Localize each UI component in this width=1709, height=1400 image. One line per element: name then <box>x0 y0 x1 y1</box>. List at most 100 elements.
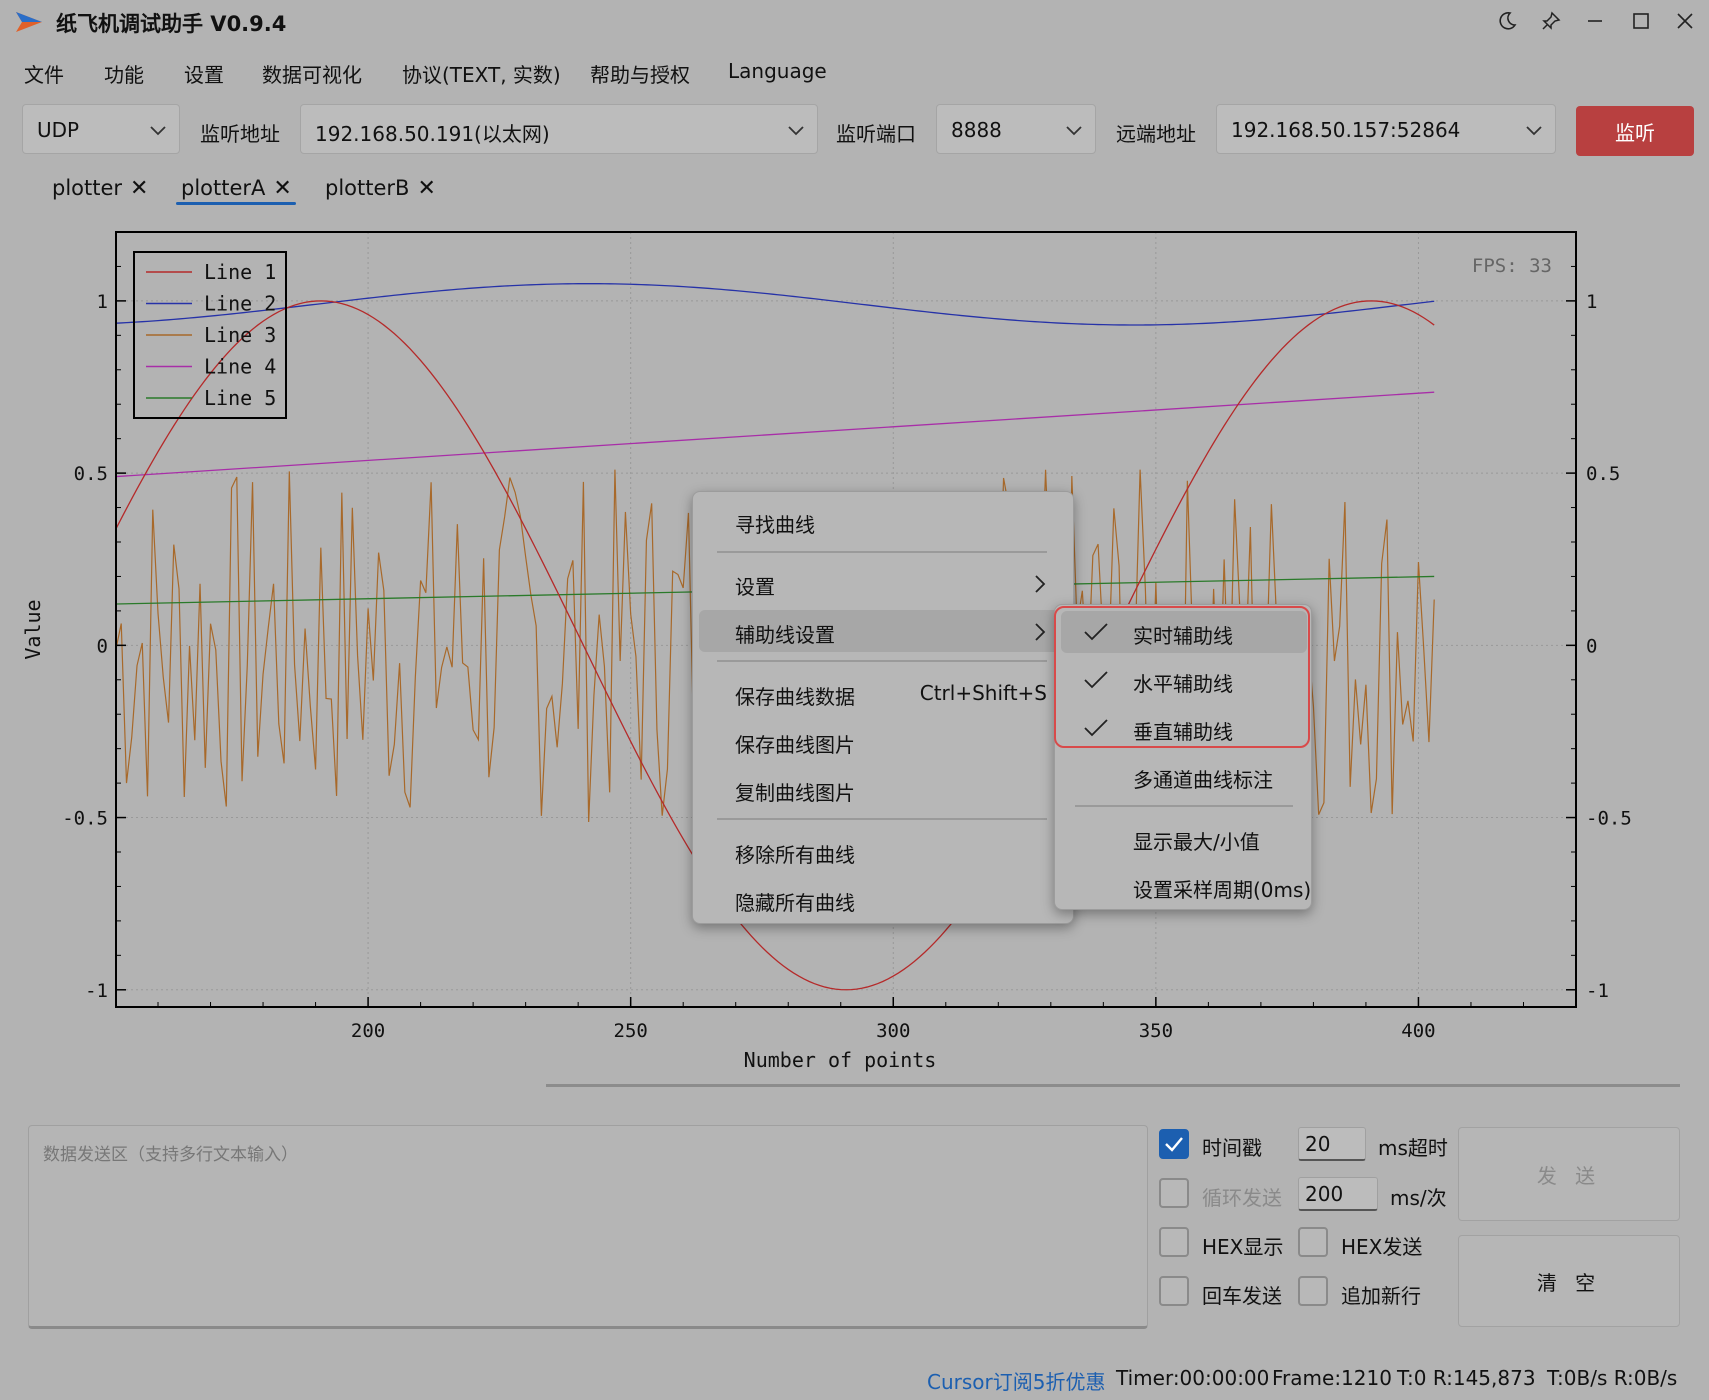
y-tick-label-right: -0.5 <box>1586 808 1632 830</box>
listen-address-label: 监听地址 <box>200 122 280 146</box>
enter-send-checkbox[interactable] <box>1159 1276 1189 1306</box>
menu-item-label: 辅助线设置 <box>735 623 835 647</box>
loop-send-label: 循环发送 <box>1202 1186 1282 1210</box>
tab-plotter[interactable]: plotter ✕ <box>52 176 148 210</box>
close-icon[interactable]: ✕ <box>273 176 291 201</box>
y-tick-label: 0.5 <box>74 463 108 485</box>
menu-item-hide-all[interactable]: 隐藏所有曲线 <box>699 878 1067 920</box>
y-tick-label-right: 0 <box>1586 635 1597 657</box>
x-tick-label: 300 <box>876 1020 910 1042</box>
menu-item-copy-image[interactable]: 复制曲线图片 <box>699 768 1067 810</box>
submenu-item-show-minmax[interactable]: 显示最大/小值 <box>1061 817 1307 859</box>
submenu-item-sample-period[interactable]: 设置采样周期(0ms) <box>1061 865 1311 907</box>
tab-label: plotterB <box>325 176 410 200</box>
tab-label: plotter <box>52 176 123 200</box>
x-tick-label: 200 <box>351 1020 385 1042</box>
legend-label: Line 1 <box>204 260 276 284</box>
menu-item-shortcut: Ctrl+Shift+S <box>919 681 1047 705</box>
close-icon[interactable] <box>1668 6 1702 36</box>
menu-settings[interactable]: 设置 <box>184 59 224 88</box>
chart-legend: Line 1 Line 2 Line 3 Line 4 Line 5 <box>133 251 287 419</box>
menu-function[interactable]: 功能 <box>104 59 144 88</box>
menu-separator <box>717 551 1047 553</box>
listen-port-label: 监听端口 <box>836 122 916 146</box>
protocol-select[interactable]: UDP <box>22 104 180 154</box>
submenu-item-label: 多通道曲线标注 <box>1133 768 1273 792</box>
pin-icon[interactable] <box>1534 6 1568 36</box>
protocol-value: UDP <box>37 118 80 142</box>
menu-item-label: 复制曲线图片 <box>735 781 855 805</box>
y-tick-label: 1 <box>97 291 108 313</box>
tx-rx-count-status: T:0 R:145,873 <box>1397 1366 1536 1390</box>
legend-label: Line 4 <box>204 355 276 379</box>
menu-item-label: 保存曲线图片 <box>735 733 855 757</box>
chevron-right-icon <box>1035 575 1046 593</box>
menu-language[interactable]: Language <box>728 59 827 83</box>
menu-item-aux-line-settings[interactable]: 辅助线设置 <box>699 610 1067 652</box>
series-line-4 <box>115 391 1435 478</box>
listen-address-select[interactable]: 192.168.50.191(以太网) <box>300 104 818 154</box>
title-bar: 纸飞机调试助手 V0.9.4 <box>0 0 1709 44</box>
y-tick-label: -0.5 <box>62 808 108 830</box>
hex-display-checkbox[interactable] <box>1159 1227 1189 1257</box>
close-icon[interactable]: ✕ <box>417 176 435 201</box>
menu-help[interactable]: 帮助与授权 <box>590 59 690 88</box>
rate-status: T:0B/s R:0B/s <box>1547 1366 1678 1390</box>
legend-label: Line 5 <box>204 386 276 410</box>
tab-plotterB[interactable]: plotterB ✕ <box>325 176 436 210</box>
y-axis-label: Value <box>21 599 45 659</box>
chevron-down-icon <box>788 126 804 136</box>
minimize-icon[interactable] <box>1578 6 1612 36</box>
loop-send-checkbox[interactable] <box>1159 1178 1189 1208</box>
y-tick-label-right: -1 <box>1586 980 1609 1002</box>
highlight-box <box>1054 606 1310 748</box>
maximize-icon[interactable] <box>1624 6 1658 36</box>
timestamp-checkbox[interactable] <box>1159 1129 1189 1159</box>
menu-item-settings[interactable]: 设置 <box>699 562 1067 604</box>
hex-send-checkbox[interactable] <box>1298 1227 1328 1257</box>
menu-item-save-image[interactable]: 保存曲线图片 <box>699 720 1067 762</box>
chevron-right-icon <box>1035 623 1046 641</box>
app-title: 纸飞机调试助手 V0.9.4 <box>56 12 287 36</box>
clear-button[interactable]: 清 空 <box>1458 1235 1680 1327</box>
splitter-handle[interactable] <box>546 1084 1680 1087</box>
series-line-2 <box>115 283 1435 326</box>
hex-display-label: HEX显示 <box>1202 1235 1284 1259</box>
menu-file[interactable]: 文件 <box>24 59 64 88</box>
menu-protocol[interactable]: 协议(TEXT, 实数) <box>402 59 561 88</box>
timeout-unit-label: ms超时 <box>1378 1136 1448 1160</box>
frame-status: Frame:1210 <box>1272 1366 1392 1390</box>
loop-interval-input[interactable]: 200 <box>1298 1177 1378 1211</box>
menu-item-find-curve[interactable]: 寻找曲线 <box>699 500 1067 542</box>
plot-context-menu: 寻找曲线 设置 辅助线设置 保存曲线数据 Ctrl+Shift+S 保存曲线图片… <box>692 491 1074 924</box>
menu-data-visualization[interactable]: 数据可视化 <box>262 59 362 88</box>
x-tick-label: 250 <box>614 1020 648 1042</box>
listen-button[interactable]: 监听 <box>1576 106 1694 156</box>
send-placeholder: 数据发送区（支持多行文本输入） <box>43 1145 298 1165</box>
hex-send-label: HEX发送 <box>1341 1235 1423 1259</box>
y-tick-label-right: 1 <box>1586 291 1597 313</box>
remote-address-label: 远端地址 <box>1116 122 1196 146</box>
submenu-item-multi-channel[interactable]: 多通道曲线标注 <box>1061 755 1307 797</box>
timestamp-label: 时间戳 <box>1202 1136 1262 1160</box>
close-icon[interactable]: ✕ <box>130 176 148 201</box>
legend-label: Line 3 <box>204 323 276 347</box>
listen-port-select[interactable]: 8888 <box>936 104 1096 154</box>
listen-address-value: 192.168.50.191(以太网) <box>315 122 550 146</box>
dark-mode-moon-icon[interactable] <box>1490 6 1524 36</box>
active-tab-indicator <box>176 202 296 205</box>
append-newline-checkbox[interactable] <box>1298 1276 1328 1306</box>
menu-item-label: 隐藏所有曲线 <box>735 891 855 915</box>
send-textarea[interactable]: 数据发送区（支持多行文本输入） <box>28 1125 1148 1329</box>
menu-item-remove-all[interactable]: 移除所有曲线 <box>699 830 1067 872</box>
timeout-input[interactable]: 20 <box>1298 1127 1366 1161</box>
timer-status: Timer:00:00:00 <box>1116 1366 1270 1390</box>
chevron-down-icon <box>1526 126 1542 136</box>
remote-address-select[interactable]: 192.168.50.157:52864 <box>1216 104 1556 154</box>
menu-separator <box>1075 805 1293 807</box>
send-button[interactable]: 发 送 <box>1458 1127 1680 1221</box>
chevron-down-icon <box>150 126 166 136</box>
promo-link[interactable]: Cursor订阅5折优惠 <box>927 1366 1105 1395</box>
submenu-item-label: 显示最大/小值 <box>1133 830 1260 854</box>
menu-item-save-data[interactable]: 保存曲线数据 Ctrl+Shift+S <box>699 672 1067 714</box>
